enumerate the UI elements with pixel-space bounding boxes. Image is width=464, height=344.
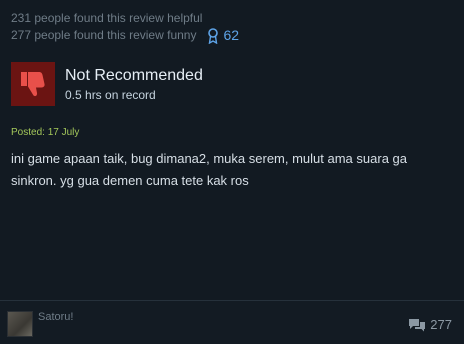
review-footer: Satoru! 277 [0,301,464,344]
comment-bubble-icon [409,318,426,331]
funny-count-text: 277 people found this review funny [11,28,197,42]
review-verdict[interactable]: Not Recommended 0.5 hrs on record [11,62,203,106]
funny-row: 277 people found this review funny 62 [11,27,239,44]
verdict-title: Not Recommended [65,67,203,84]
award-badge[interactable]: 62 [207,27,239,44]
comments-link[interactable]: 277 [408,317,452,332]
review-body-text: ini game apaan taik, bug dimana2, muka s… [11,151,407,188]
award-ribbon-icon [208,27,219,44]
helpful-count-text: 231 people found this review helpful [11,11,203,25]
thumb-box [11,62,55,106]
vote-summary: 231 people found this review helpful 277… [11,10,239,44]
comment-count: 277 [430,317,452,332]
posted-date: Posted: 17 July [11,127,80,138]
hours-on-record: 0.5 hrs on record [65,88,156,102]
thumbs-down-icon [21,72,45,97]
author-name[interactable]: Satoru! [38,311,73,323]
award-count: 62 [223,27,240,43]
review-card: 231 people found this review helpful 277… [0,0,464,344]
verdict-text: Not Recommended 0.5 hrs on record [65,66,203,102]
avatar[interactable] [7,311,33,337]
